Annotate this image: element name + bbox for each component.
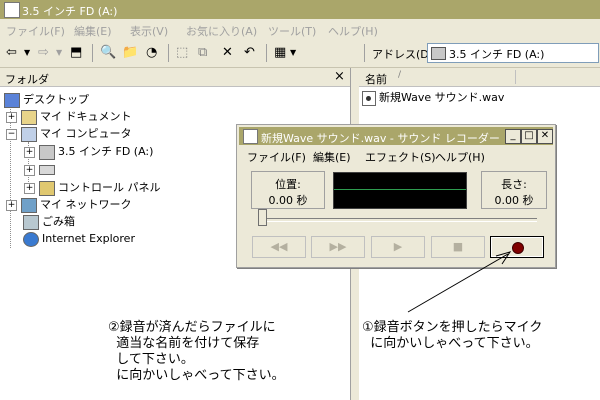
annotation-record-instructions: ①録音ボタンを押したらマイク に向かいしゃべって下さい。 xyxy=(362,320,543,351)
annotation-save-instructions: ②録音が済んだらファイルに 適当な名前を付けて保存 して下さい。 に向かいしゃべ… xyxy=(108,320,285,383)
